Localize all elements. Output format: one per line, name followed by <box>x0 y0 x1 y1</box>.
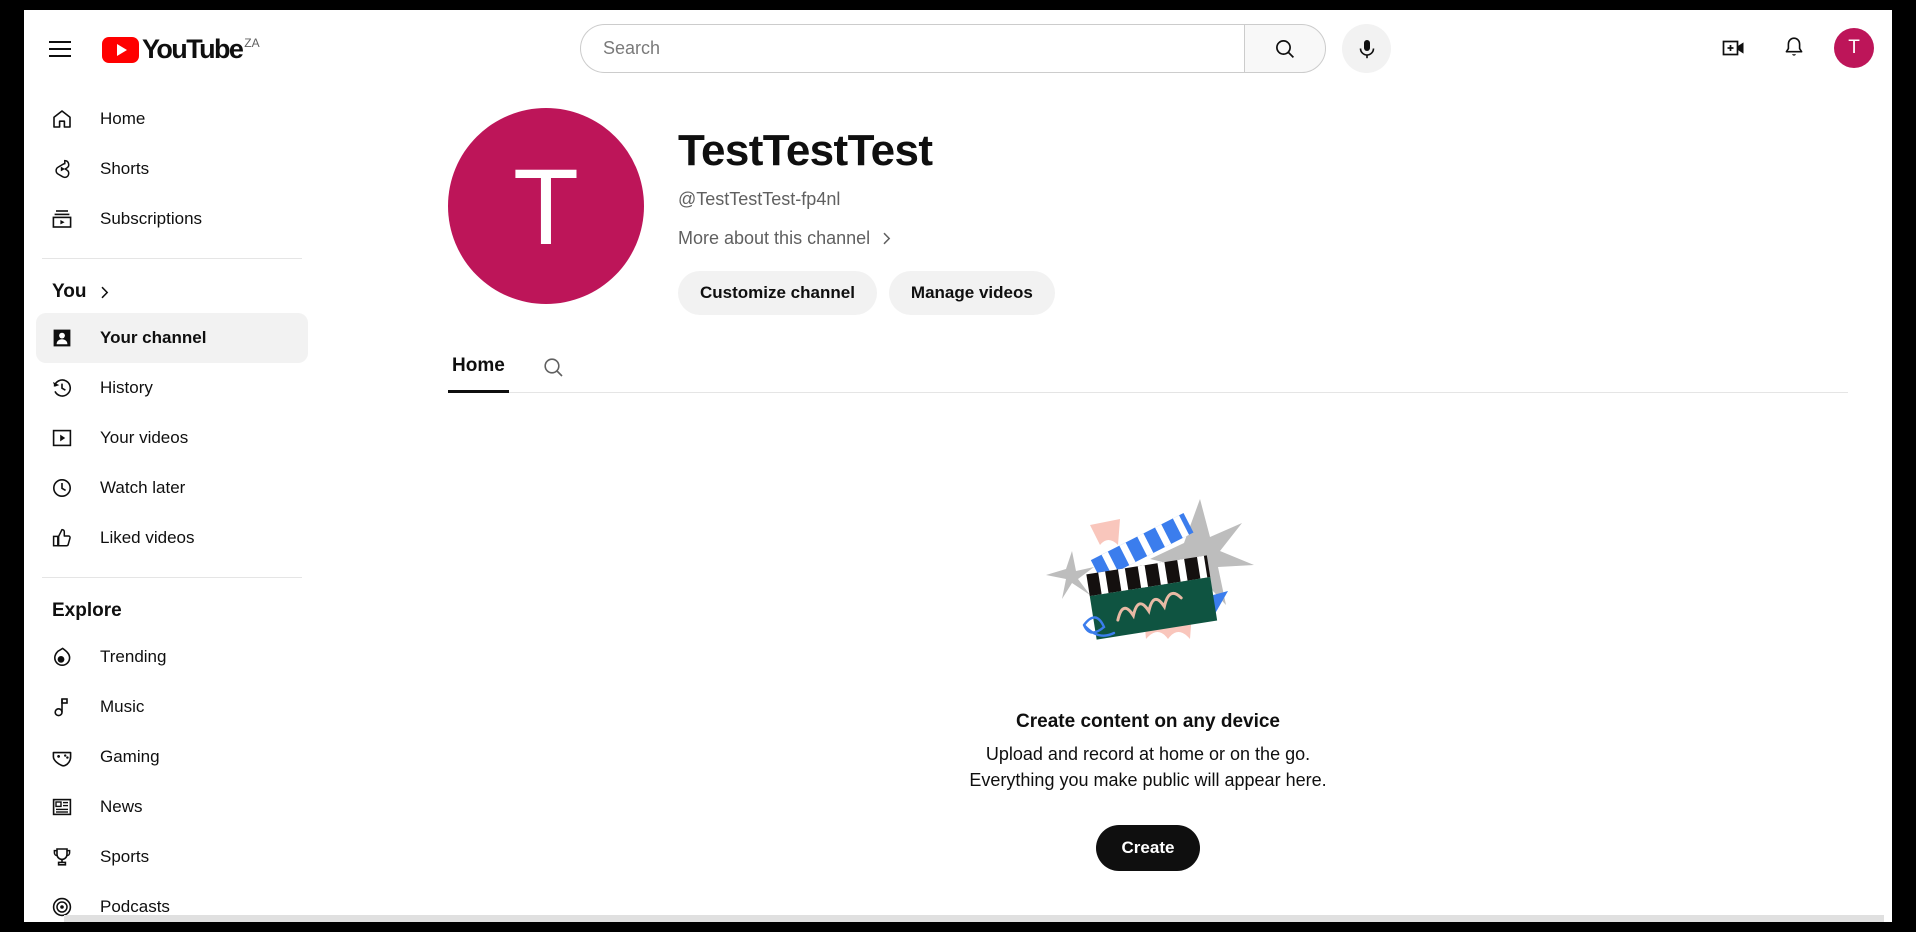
sidebar-item-label: Home <box>100 109 146 128</box>
left-sidebar[interactable]: Home Shorts Subscriptions You Your chann… <box>24 88 320 922</box>
sidebar-item-music[interactable]: Music <box>36 682 308 732</box>
youtube-logo-text: YouTube <box>142 34 244 64</box>
create-video-button[interactable] <box>1710 24 1758 72</box>
clapperboard-illustration <box>1046 499 1254 640</box>
search-input[interactable] <box>603 38 1244 59</box>
tab-home[interactable]: Home <box>448 343 509 393</box>
channel-handle: @TestTestTest-fp4nl <box>678 189 841 209</box>
sidebar-item-label: Watch later <box>100 478 186 497</box>
main-content: T TestTestTest @TestTestTest-fp4nl More … <box>320 88 1892 922</box>
notifications-button[interactable] <box>1770 24 1818 72</box>
sidebar-item-label: Podcasts <box>100 897 170 916</box>
sidebar-item-label: Trending <box>100 647 167 666</box>
sidebar-item-label: News <box>100 797 143 816</box>
chevron-right-icon <box>883 232 891 245</box>
sidebar-section-you[interactable]: You <box>24 273 320 313</box>
more-about-channel-link[interactable]: More about this channel <box>678 228 1055 249</box>
sidebar-item-home[interactable]: Home <box>36 94 308 144</box>
search-icon <box>544 358 563 377</box>
sidebar-item-subscriptions[interactable]: Subscriptions <box>36 194 308 244</box>
browser-viewport: YouTube ZA Search T Home Shorts Subscrip… <box>24 10 1892 922</box>
youtube-play-icon <box>102 37 139 63</box>
sidebar-divider-2 <box>42 577 302 578</box>
sidebar-section-explore-label: Explore <box>52 600 122 621</box>
account-avatar[interactable]: T <box>1834 28 1874 68</box>
manage-videos-button[interactable]: Manage videos <box>888 271 1055 315</box>
channel-avatar[interactable]: T <box>448 108 644 304</box>
sidebar-item-gaming[interactable]: Gaming <box>36 732 308 782</box>
top-header: YouTube ZA Search T <box>24 10 1892 88</box>
search-submit-button[interactable] <box>1244 24 1326 73</box>
search-box[interactable] <box>580 24 1244 73</box>
youtube-logo[interactable]: YouTube ZA <box>98 25 264 73</box>
sidebar-item-label: Your videos <box>100 428 189 447</box>
sidebar-item-history[interactable]: History <box>36 363 308 413</box>
sidebar-item-sports[interactable]: Sports <box>36 832 308 882</box>
country-code-label: ZA <box>244 36 260 50</box>
sidebar-item-your-videos[interactable]: Your videos <box>36 413 308 463</box>
sidebar-item-watch-later[interactable]: Watch later <box>36 463 308 513</box>
search-icon <box>1276 39 1295 58</box>
clock-icon <box>50 476 74 500</box>
sidebar-item-label: Shorts <box>100 159 150 178</box>
sidebar-item-label: Sports <box>100 847 150 866</box>
chevron-right-icon <box>101 286 109 298</box>
subscriptions-icon <box>50 207 74 231</box>
person-icon <box>50 326 74 350</box>
shorts-icon <box>50 157 74 181</box>
gamepad-icon <box>50 745 74 769</box>
channel-info: TestTestTest @TestTestTest-fp4nl More ab… <box>678 108 1055 315</box>
sidebar-item-trending[interactable]: Trending <box>36 632 308 682</box>
sidebar-item-label: Your channel <box>100 328 207 347</box>
channel-tabs: Home <box>448 343 1848 393</box>
bell-icon <box>1785 37 1803 56</box>
empty-state-title: Create content on any device <box>1016 711 1280 732</box>
music-note-icon <box>50 695 74 719</box>
search-area <box>580 24 1391 73</box>
sidebar-item-label: Subscriptions <box>100 209 203 228</box>
voice-search-button[interactable] <box>1342 24 1391 73</box>
channel-search-tab-button[interactable] <box>535 343 572 393</box>
customize-channel-button[interactable]: Customize channel <box>678 271 877 315</box>
microphone-icon <box>1359 39 1374 58</box>
sidebar-item-liked-videos[interactable]: Liked videos <box>36 513 308 563</box>
sidebar-item-label: History <box>100 378 153 397</box>
history-icon <box>50 376 74 400</box>
thumbs-up-icon <box>50 526 74 550</box>
more-about-channel-label: More about this channel <box>678 228 871 248</box>
header-actions: T <box>1710 24 1874 72</box>
sidebar-section-you-label: You <box>52 281 87 302</box>
play-box-icon <box>50 426 74 450</box>
trophy-icon <box>50 845 74 869</box>
sidebar-item-news[interactable]: News <box>36 782 308 832</box>
sidebar-item-shorts[interactable]: Shorts <box>36 144 308 194</box>
create-video-icon <box>1722 40 1744 56</box>
horizontal-scrollbar[interactable] <box>64 915 1884 922</box>
empty-state: Create content on any device Upload and … <box>448 489 1848 871</box>
sidebar-item-label: Music <box>100 697 145 716</box>
sidebar-item-label: Liked videos <box>100 528 195 547</box>
create-button[interactable]: Create <box>1095 825 1201 871</box>
channel-action-buttons: Customize channel Manage videos <box>678 271 1055 315</box>
sidebar-divider-1 <box>42 258 302 259</box>
newspaper-icon <box>50 795 74 819</box>
flame-icon <box>50 645 74 669</box>
sidebar-item-label: Gaming <box>100 747 160 766</box>
empty-state-line-1: Upload and record at home or on the go. <box>985 744 1311 764</box>
home-icon <box>50 107 74 131</box>
sidebar-item-your-channel[interactable]: Your channel <box>36 313 308 363</box>
channel-header: T TestTestTest @TestTestTest-fp4nl More … <box>320 88 1892 315</box>
empty-state-line-2: Everything you make public will appear h… <box>969 770 1327 790</box>
channel-name: TestTestTest <box>678 126 933 175</box>
hamburger-menu-icon[interactable] <box>36 25 84 73</box>
